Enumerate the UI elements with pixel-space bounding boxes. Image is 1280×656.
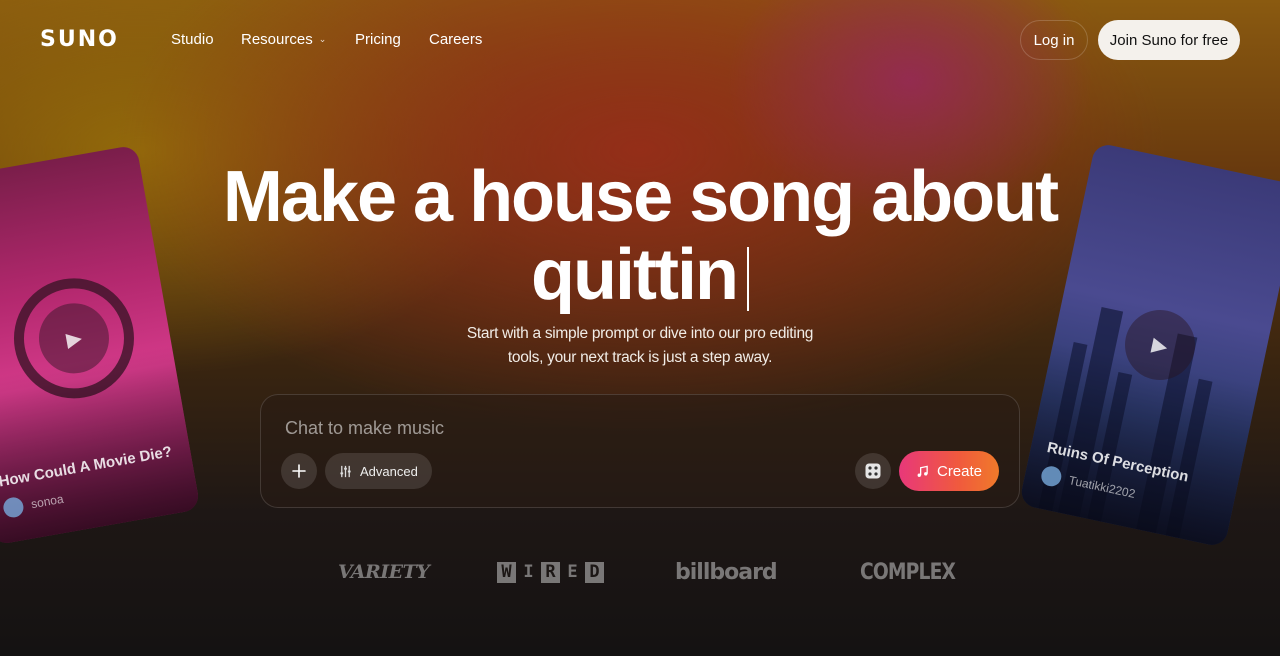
chevron-down-icon: ⌄ <box>318 34 327 44</box>
wired-letter: I <box>523 561 534 582</box>
chat-input[interactable] <box>285 415 845 441</box>
random-button[interactable] <box>855 453 891 489</box>
sliders-icon <box>340 465 351 477</box>
advanced-label: Advanced <box>360 463 418 479</box>
join-button[interactable]: Join Suno for free <box>1098 20 1240 60</box>
nav-link-label: Careers <box>429 31 483 48</box>
avatar <box>1 495 26 520</box>
create-button[interactable]: Create <box>899 451 999 491</box>
dice-icon <box>865 463 881 479</box>
variety-logo: VARIETY <box>338 561 430 583</box>
advanced-button[interactable]: Advanced <box>325 453 432 489</box>
nav-link-label: Resources <box>241 31 313 48</box>
prompt-box: Advanced Create <box>260 394 1020 508</box>
wired-letter: W <box>497 561 516 583</box>
avatar <box>1039 464 1064 489</box>
subtitle-line-1: Start with a simple prompt or dive into … <box>466 325 814 342</box>
headline-line-1: Make a house song about <box>222 157 1059 237</box>
nav-link-label: Studio <box>171 31 214 48</box>
nav-link-label: Pricing <box>355 31 401 48</box>
nav-link-resources[interactable]: Resources ⌄ <box>241 31 326 48</box>
login-button[interactable]: Log in <box>1020 20 1088 60</box>
nav-link-pricing[interactable]: Pricing <box>355 31 401 48</box>
billboard-logo: billboard <box>675 559 778 585</box>
create-label: Create <box>936 462 983 480</box>
plus-icon <box>292 464 306 478</box>
typing-cursor <box>746 247 749 311</box>
complex-logo: COMPLEX <box>860 559 956 585</box>
music-note-icon <box>917 465 928 477</box>
nav-link-studio[interactable]: Studio <box>171 31 214 48</box>
wired-letter: D <box>585 561 604 583</box>
wired-letter: E <box>567 561 578 582</box>
wired-letter: R <box>541 561 560 583</box>
hero-headline: Make a house song about quittin <box>140 158 1140 314</box>
top-nav: SUNO Studio Resources ⌄ Pricing Careers L… <box>0 0 1280 80</box>
headline-line-2: quittin <box>531 235 739 315</box>
wired-logo: WIRED <box>497 560 604 584</box>
card-username: sonoa <box>29 491 65 512</box>
add-button[interactable] <box>281 453 317 489</box>
hero-subtitle: Start with a simple prompt or dive into … <box>340 322 940 370</box>
subtitle-line-2: tools, your next track is just a step aw… <box>507 349 773 366</box>
nav-link-careers[interactable]: Careers <box>429 31 482 48</box>
suno-logo[interactable]: SUNO <box>40 27 119 52</box>
